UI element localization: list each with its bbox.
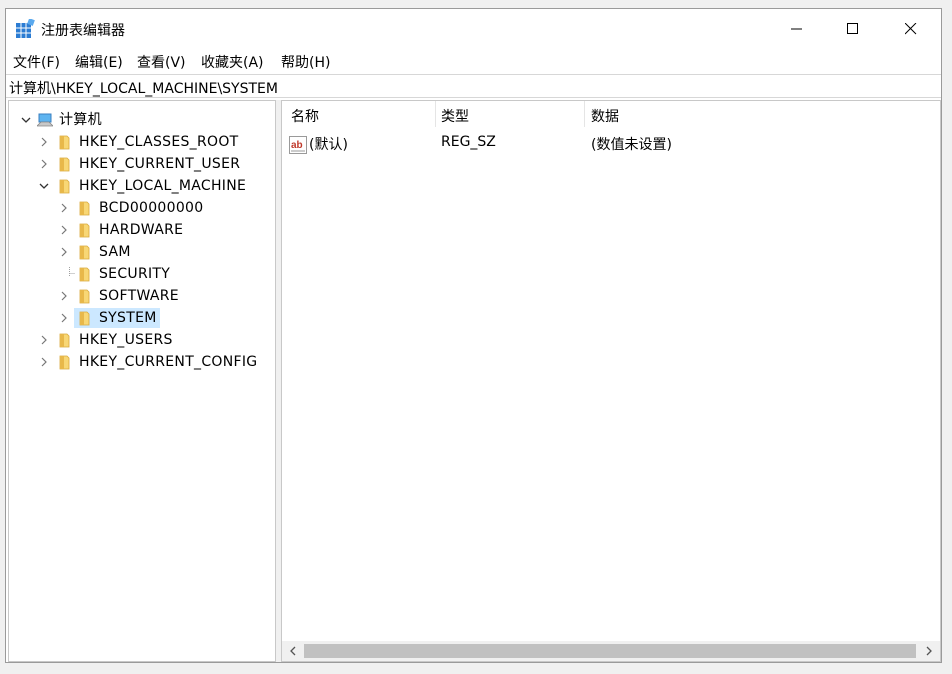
scroll-thumb[interactable] [304, 644, 916, 658]
chevron-right-icon[interactable] [57, 286, 71, 306]
tree-label: HKEY_LOCAL_MACHINE [79, 178, 247, 194]
string-value-icon: ab [289, 136, 307, 154]
chevron-right-icon[interactable] [57, 198, 71, 218]
tree-label: SAM [99, 244, 131, 260]
value-type: REG_SZ [441, 134, 496, 150]
window-title: 注册表编辑器 [41, 23, 125, 39]
folder-icon [79, 311, 90, 326]
chevron-right-icon[interactable] [57, 220, 71, 240]
maximize-button[interactable] [824, 9, 882, 49]
folder-icon [59, 333, 70, 348]
tree-label: HKEY_CLASSES_ROOT [79, 134, 239, 150]
chevron-right-icon[interactable] [37, 132, 51, 152]
horizontal-scrollbar[interactable] [282, 641, 940, 661]
chevron-down-icon[interactable] [19, 110, 33, 130]
list-row[interactable]: ab (默认) REG_SZ (数值未设置) [282, 101, 940, 161]
close-icon [905, 23, 917, 35]
value-name: (默认) [309, 137, 348, 153]
key-tree: 计算机 HKEY_CLASSES_ROOT HKEY_CURRENT_USER … [8, 100, 276, 662]
tree-label: HARDWARE [99, 222, 184, 238]
chevron-right-icon[interactable] [37, 352, 51, 372]
tree-label: HKEY_CURRENT_CONFIG [79, 354, 258, 370]
folder-icon [59, 135, 70, 150]
tree-label: HKEY_CURRENT_USER [79, 156, 241, 172]
computer-icon [37, 113, 53, 127]
tree-label: BCD00000000 [99, 200, 204, 216]
folder-icon [79, 289, 90, 304]
scroll-left-button[interactable] [283, 641, 303, 661]
chevron-right-icon [926, 646, 932, 656]
minimize-icon [791, 28, 802, 30]
registry-editor-icon [16, 19, 35, 38]
tree-label: 计算机 [59, 112, 102, 128]
minimize-button[interactable] [768, 9, 826, 49]
menu-view[interactable]: 查看(V) [137, 52, 186, 72]
menu-edit[interactable]: 编辑(E) [75, 52, 123, 72]
chevron-left-icon [290, 646, 296, 656]
chevron-right-icon[interactable] [57, 242, 71, 262]
chevron-down-icon[interactable] [37, 176, 51, 196]
folder-icon [79, 223, 90, 238]
scroll-right-button[interactable] [919, 641, 939, 661]
folder-icon [79, 267, 90, 282]
folder-icon [59, 157, 70, 172]
tree-label: HKEY_USERS [79, 332, 173, 348]
regedit-window: 注册表编辑器 文件(F) 编辑(E) 查看(V) 收藏夹(A) 帮助(H) 计算… [5, 8, 942, 663]
maximize-icon [847, 23, 858, 34]
address-path[interactable]: 计算机\HKEY_LOCAL_MACHINE\SYSTEM [9, 78, 278, 98]
value-data: (数值未设置) [591, 137, 672, 153]
menu-help[interactable]: 帮助(H) [281, 52, 330, 72]
tree-label: SECURITY [99, 266, 171, 282]
menu-file[interactable]: 文件(F) [13, 52, 60, 72]
tree-label-selected: SYSTEM [99, 310, 157, 326]
address-bar[interactable]: 计算机\HKEY_LOCAL_MACHINE\SYSTEM [6, 74, 941, 98]
close-button[interactable] [882, 9, 940, 49]
chevron-right-icon[interactable] [57, 308, 71, 328]
chevron-right-icon[interactable] [37, 330, 51, 350]
folder-icon [79, 245, 90, 260]
tree-label: SOFTWARE [99, 288, 179, 304]
svg-text:ab: ab [291, 140, 303, 151]
folder-icon [79, 201, 90, 216]
folder-icon [59, 355, 70, 370]
menu-bar: 文件(F) 编辑(E) 查看(V) 收藏夹(A) 帮助(H) [6, 49, 941, 73]
menu-favorites[interactable]: 收藏夹(A) [201, 52, 264, 72]
folder-open-icon [59, 179, 70, 194]
chevron-right-icon[interactable] [37, 154, 51, 174]
title-bar: 注册表编辑器 [6, 9, 941, 49]
value-list: 名称 类型 数据 ab (默认) REG_SZ (数值未设置) [281, 100, 941, 662]
